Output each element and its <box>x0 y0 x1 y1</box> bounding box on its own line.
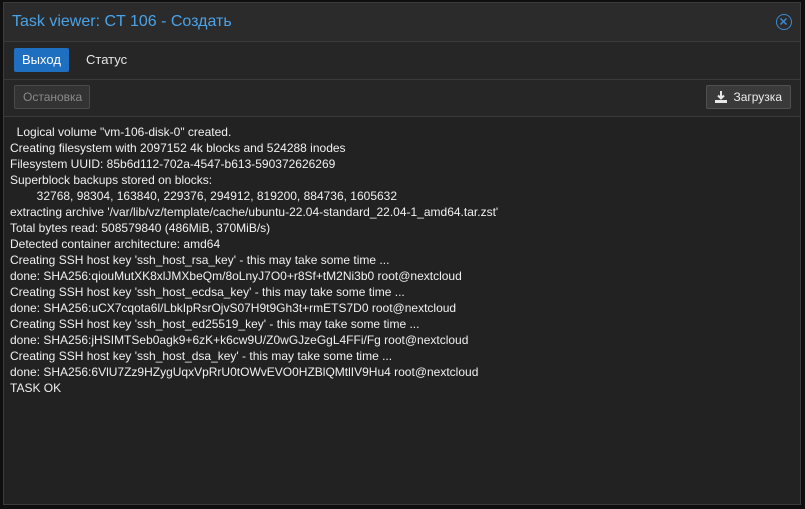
log-line: Total bytes read: 508579840 (486MiB, 370… <box>10 221 271 235</box>
download-icon <box>715 91 728 103</box>
log-line: Detected container architecture: amd64 <box>10 237 221 251</box>
close-icon[interactable] <box>776 14 792 30</box>
tab-status[interactable]: Статус <box>78 48 135 72</box>
log-line: TASK OK <box>10 381 62 395</box>
log-line: 32768, 98304, 163840, 229376, 294912, 81… <box>10 189 398 203</box>
task-viewer-window: Task viewer: CT 106 - Создать Выход Стат… <box>3 2 801 505</box>
title-bar: Task viewer: CT 106 - Создать <box>4 3 800 42</box>
download-button[interactable]: Загрузка <box>706 85 791 109</box>
task-log: Logical volume "vm-106-disk-0" created. … <box>4 117 800 504</box>
log-line: Logical volume "vm-106-disk-0" created. <box>10 125 232 139</box>
log-line: Creating SSH host key 'ssh_host_ecdsa_ke… <box>10 285 405 299</box>
log-line: Creating SSH host key 'ssh_host_rsa_key'… <box>10 253 390 267</box>
log-line: Superblock backups stored on blocks: <box>10 173 213 187</box>
log-line: Creating SSH host key 'ssh_host_dsa_key'… <box>10 349 393 363</box>
log-line: Creating filesystem with 2097152 4k bloc… <box>10 141 346 155</box>
window-title: Task viewer: CT 106 - Создать <box>12 13 232 30</box>
tab-output[interactable]: Выход <box>14 48 69 72</box>
log-line: done: SHA256:qiouMutXK8xlJMXbeQm/8oLnyJ7… <box>10 269 462 283</box>
tab-bar: Выход Статус <box>4 42 800 80</box>
download-label: Загрузка <box>733 90 782 104</box>
stop-button: Остановка <box>14 85 90 109</box>
log-line: Filesystem UUID: 85b6d112-702a-4547-b613… <box>10 157 336 171</box>
log-line: done: SHA256:uCX7cqota6l/LbkIpRsrOjvS07H… <box>10 301 457 315</box>
toolbar: Остановка Загрузка <box>4 80 800 117</box>
log-line: done: SHA256:jHSIMTSeb0agk9+6zK+k6cw9U/Z… <box>10 333 469 347</box>
log-line: extracting archive '/var/lib/vz/template… <box>10 205 499 219</box>
log-line: Creating SSH host key 'ssh_host_ed25519_… <box>10 317 420 331</box>
log-line: done: SHA256:6VlU7Zz9HZygUqxVpRrU0tOWvEV… <box>10 365 479 379</box>
